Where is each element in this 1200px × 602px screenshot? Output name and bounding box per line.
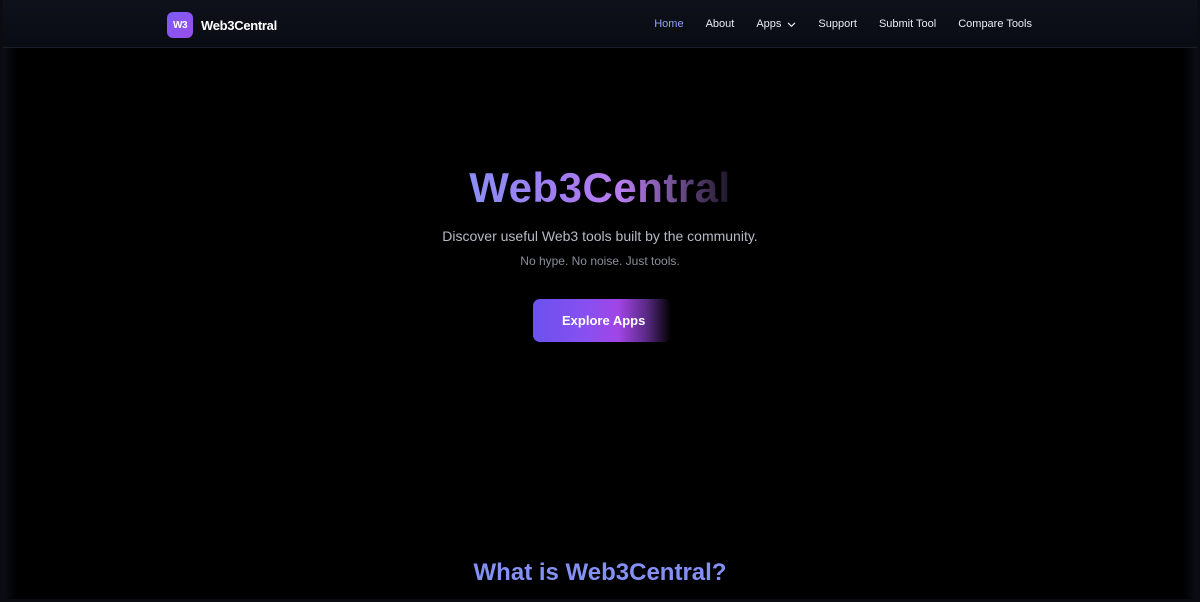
brand-logo: W3 — [167, 12, 193, 38]
nav-link-submit-tool[interactable]: Submit Tool — [879, 18, 936, 30]
nav-link-about[interactable]: About — [706, 18, 735, 30]
page: W3 Web3Central Home About Apps Support S… — [0, 0, 1200, 602]
nav-link-support[interactable]: Support — [818, 18, 857, 30]
nav-link-compare-tools[interactable]: Compare Tools — [958, 18, 1032, 30]
nav-link-home[interactable]: Home — [654, 18, 683, 30]
hero-tagline: No hype. No noise. Just tools. — [520, 254, 680, 268]
hero-subtitle: Discover useful Web3 tools built by the … — [442, 228, 758, 244]
brand-link[interactable]: W3 Web3Central — [167, 12, 277, 38]
nav-link-apps[interactable]: Apps — [756, 18, 796, 30]
explore-apps-button[interactable]: Explore Apps — [533, 299, 671, 342]
nav-link-apps-label: Apps — [756, 18, 782, 30]
nav-links: Home About Apps Support Submit Tool Comp… — [654, 0, 1032, 48]
hero-title-text: Web3Central — [469, 164, 731, 211]
brand-name: Web3Central — [201, 17, 277, 33]
navbar: W3 Web3Central Home About Apps Support S… — [3, 0, 1197, 48]
hero-section: Web3Central Discover useful Web3 tools b… — [3, 48, 1197, 599]
what-is-section-title: What is Web3Central? — [473, 559, 727, 586]
hero-title: Web3Central — [3, 162, 1197, 214]
chevron-down-icon — [788, 22, 796, 27]
